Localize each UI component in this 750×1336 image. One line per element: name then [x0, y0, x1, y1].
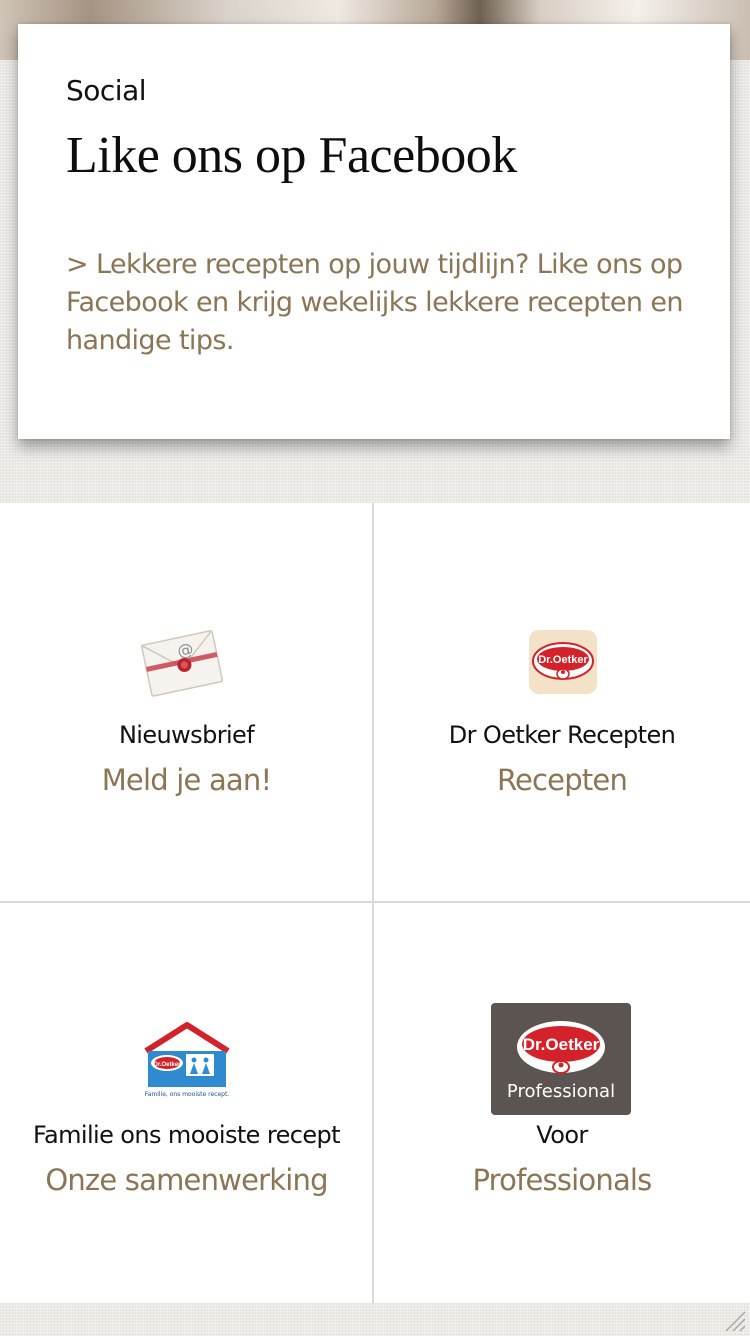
- tile-familie-link[interactable]: Onze samenwerking: [0, 1163, 373, 1197]
- tile-professionals-link[interactable]: Professionals: [374, 1163, 750, 1197]
- tile-recipes-title: Dr Oetker Recepten: [448, 721, 676, 749]
- footer-background: [0, 1303, 750, 1336]
- newsletter-envelope-icon: @: [141, 630, 224, 697]
- tile-professionals-title: Voor: [536, 1121, 588, 1149]
- familie-house-icon: Dr.Oetker Familie, ons mooiste recept.: [144, 1022, 230, 1098]
- grid-vertical-divider: [372, 503, 374, 1303]
- svg-text:Familie, ons mooiste recept.: Familie, ons mooiste recept.: [145, 1091, 230, 1098]
- social-card[interactable]: Social Like ons op Facebook > Lekkere re…: [18, 24, 730, 439]
- svg-text:Dr.Oetker: Dr.Oetker: [523, 1035, 600, 1054]
- social-title[interactable]: Like ons op Facebook: [66, 126, 517, 185]
- tile-professionals[interactable]: Dr.Oetker Professional Voor Professional…: [374, 903, 750, 1302]
- tile-recipes[interactable]: Dr.Oetker Dr Oetker Recepten Recepten: [374, 503, 750, 902]
- tiles-grid: @ Nieuwsbrief Meld je aan! Dr.Oetker Dr …: [0, 503, 750, 1303]
- resize-handle-icon[interactable]: [724, 1310, 746, 1332]
- social-section: Social Like ons op Facebook > Lekkere re…: [0, 0, 750, 500]
- dr-oetker-professional-logo-icon: Dr.Oetker Professional: [491, 1003, 631, 1115]
- social-label: Social: [66, 74, 147, 107]
- tile-newsletter-title: Nieuwsbrief: [118, 721, 255, 749]
- svg-text:Dr.Oetker: Dr.Oetker: [153, 1062, 181, 1068]
- dr-oetker-logo-icon: Dr.Oetker: [529, 630, 597, 694]
- tile-recipes-link[interactable]: Recepten: [374, 763, 750, 797]
- tile-familie-title: Familie ons mooiste recept: [33, 1121, 341, 1149]
- tile-newsletter-link[interactable]: Meld je aan!: [0, 763, 373, 797]
- svg-text:Professional: Professional: [507, 1081, 615, 1102]
- grid-horizontal-divider: [0, 901, 750, 903]
- social-description[interactable]: > Lekkere recepten op jouw tijdlijn? Lik…: [66, 246, 686, 360]
- tile-newsletter[interactable]: @ Nieuwsbrief Meld je aan!: [0, 503, 373, 902]
- tile-familie[interactable]: Dr.Oetker Familie, ons mooiste recept. F…: [0, 903, 373, 1302]
- svg-text:Dr.Oetker: Dr.Oetker: [538, 654, 588, 666]
